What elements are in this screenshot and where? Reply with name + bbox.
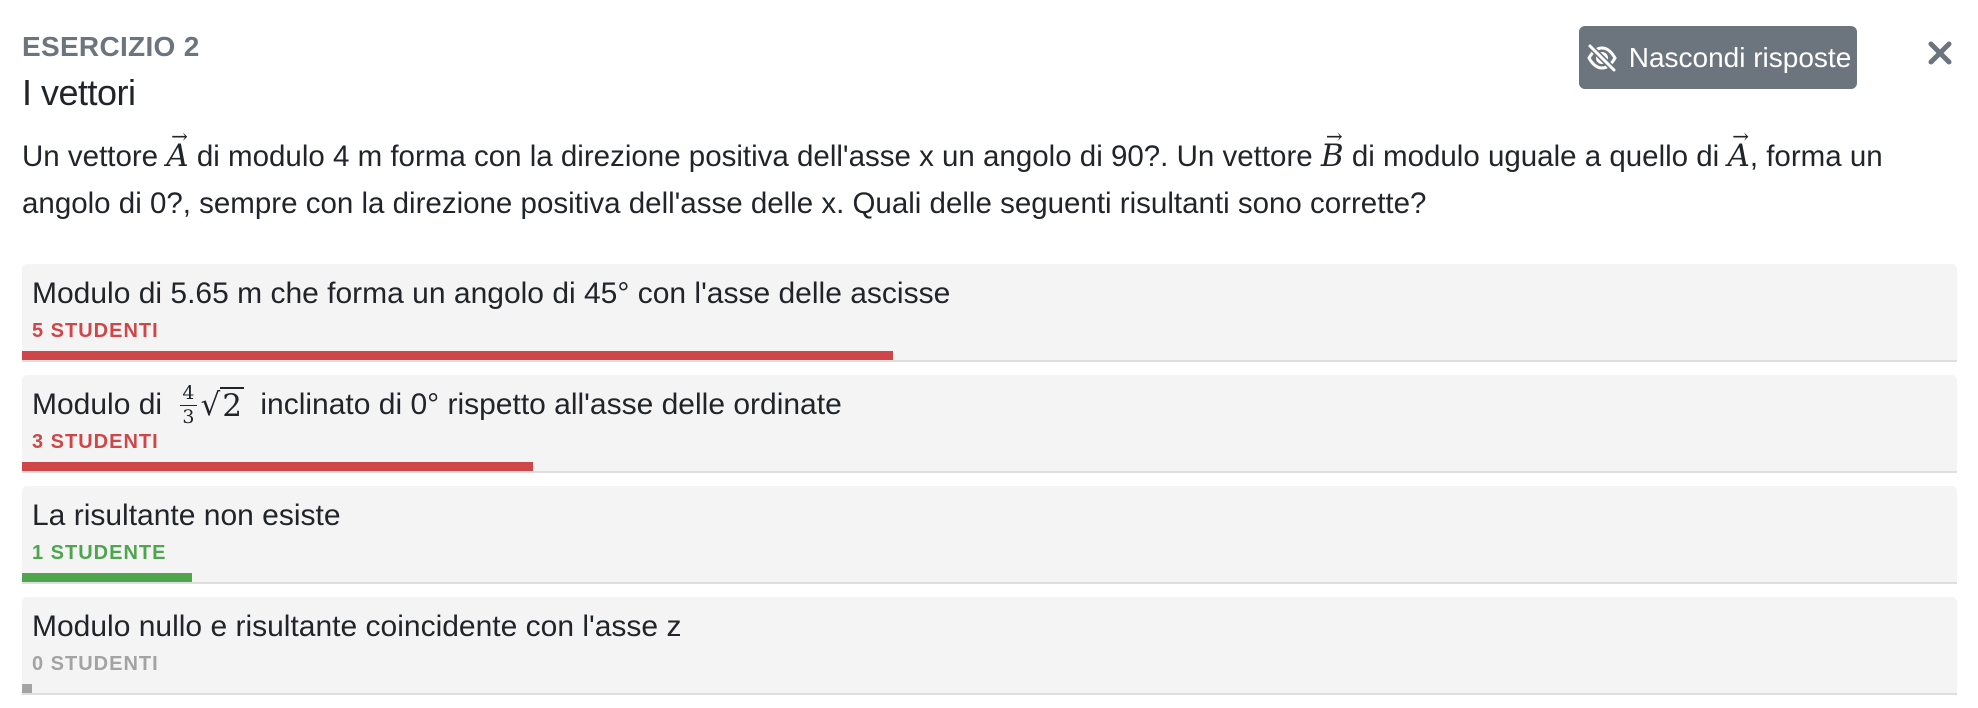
response-bar — [22, 684, 32, 693]
answer-label: La risultante non esiste — [32, 499, 341, 532]
fraction-numerator: 4 — [180, 381, 197, 406]
question-text: Un vettore → A di modulo 4 m forma con la… — [22, 126, 1962, 227]
student-count: 1 STUDENTE — [32, 542, 167, 564]
eye-slash-icon — [1585, 43, 1619, 72]
vector-arrow: → — [1325, 124, 1343, 148]
answer-label: Modulo nullo e risultante coincidente co… — [32, 610, 682, 643]
vector-arrow: → — [171, 124, 188, 148]
exercise-title: I vettori — [22, 72, 136, 113]
fraction: 4 3 — [180, 381, 197, 428]
close-button[interactable] — [1922, 37, 1958, 73]
question-part: di modulo 4 m forma con la direzione pos… — [188, 140, 1321, 173]
answer-label-suffix: inclinato di 0° rispetto all'asse delle … — [252, 388, 842, 421]
exercise-number: ESERCIZIO 2 — [22, 31, 200, 62]
answer-label-prefix: Modulo di — [32, 388, 171, 421]
sqrt-argument: 2 — [220, 386, 245, 424]
response-bar — [22, 462, 533, 471]
student-count: 3 STUDENTI — [32, 431, 159, 453]
student-count: 0 STUDENTI — [32, 653, 159, 675]
fraction-denominator: 3 — [182, 405, 195, 428]
sqrt-symbol: √ — [200, 387, 221, 424]
response-bar — [22, 573, 193, 582]
question-part: di modulo uguale a quello di — [1343, 140, 1728, 173]
answer-option[interactable]: Modulo nullo e risultante coincidente co… — [22, 597, 1957, 695]
square-root: √ 2 — [200, 386, 245, 424]
vector-b: → B — [1321, 126, 1344, 172]
answer-label: Modulo di 5.65 m che forma un angolo di … — [32, 277, 951, 310]
exercise-panel: ESERCIZIO 2 I vettori Nascondi risposte … — [22, 0, 1957, 706]
close-icon — [1926, 39, 1954, 72]
answer-option[interactable]: Modulo di 5.65 m che forma un angolo di … — [22, 264, 1957, 362]
response-bar — [22, 351, 893, 360]
student-count: 5 STUDENTI — [32, 320, 159, 342]
answer-option[interactable]: La risultante non esiste 1 STUDENTE — [22, 486, 1957, 584]
vector-a: → A — [166, 126, 188, 172]
answer-option[interactable]: Modulo di 4 3 √ 2 inclinato di 0° rispett… — [22, 375, 1957, 473]
hide-answers-label: Nascondi risposte — [1628, 41, 1852, 73]
answer-options: Modulo di 5.65 m che forma un angolo di … — [22, 264, 1957, 708]
answer-label: Modulo di 4 3 √ 2 inclinato di 0° rispett… — [32, 381, 842, 428]
vector-a: → A — [1727, 126, 1749, 172]
hide-answers-button[interactable]: Nascondi risposte — [1579, 26, 1857, 89]
question-part: Un vettore — [22, 140, 167, 173]
vector-arrow: → — [1732, 124, 1750, 148]
